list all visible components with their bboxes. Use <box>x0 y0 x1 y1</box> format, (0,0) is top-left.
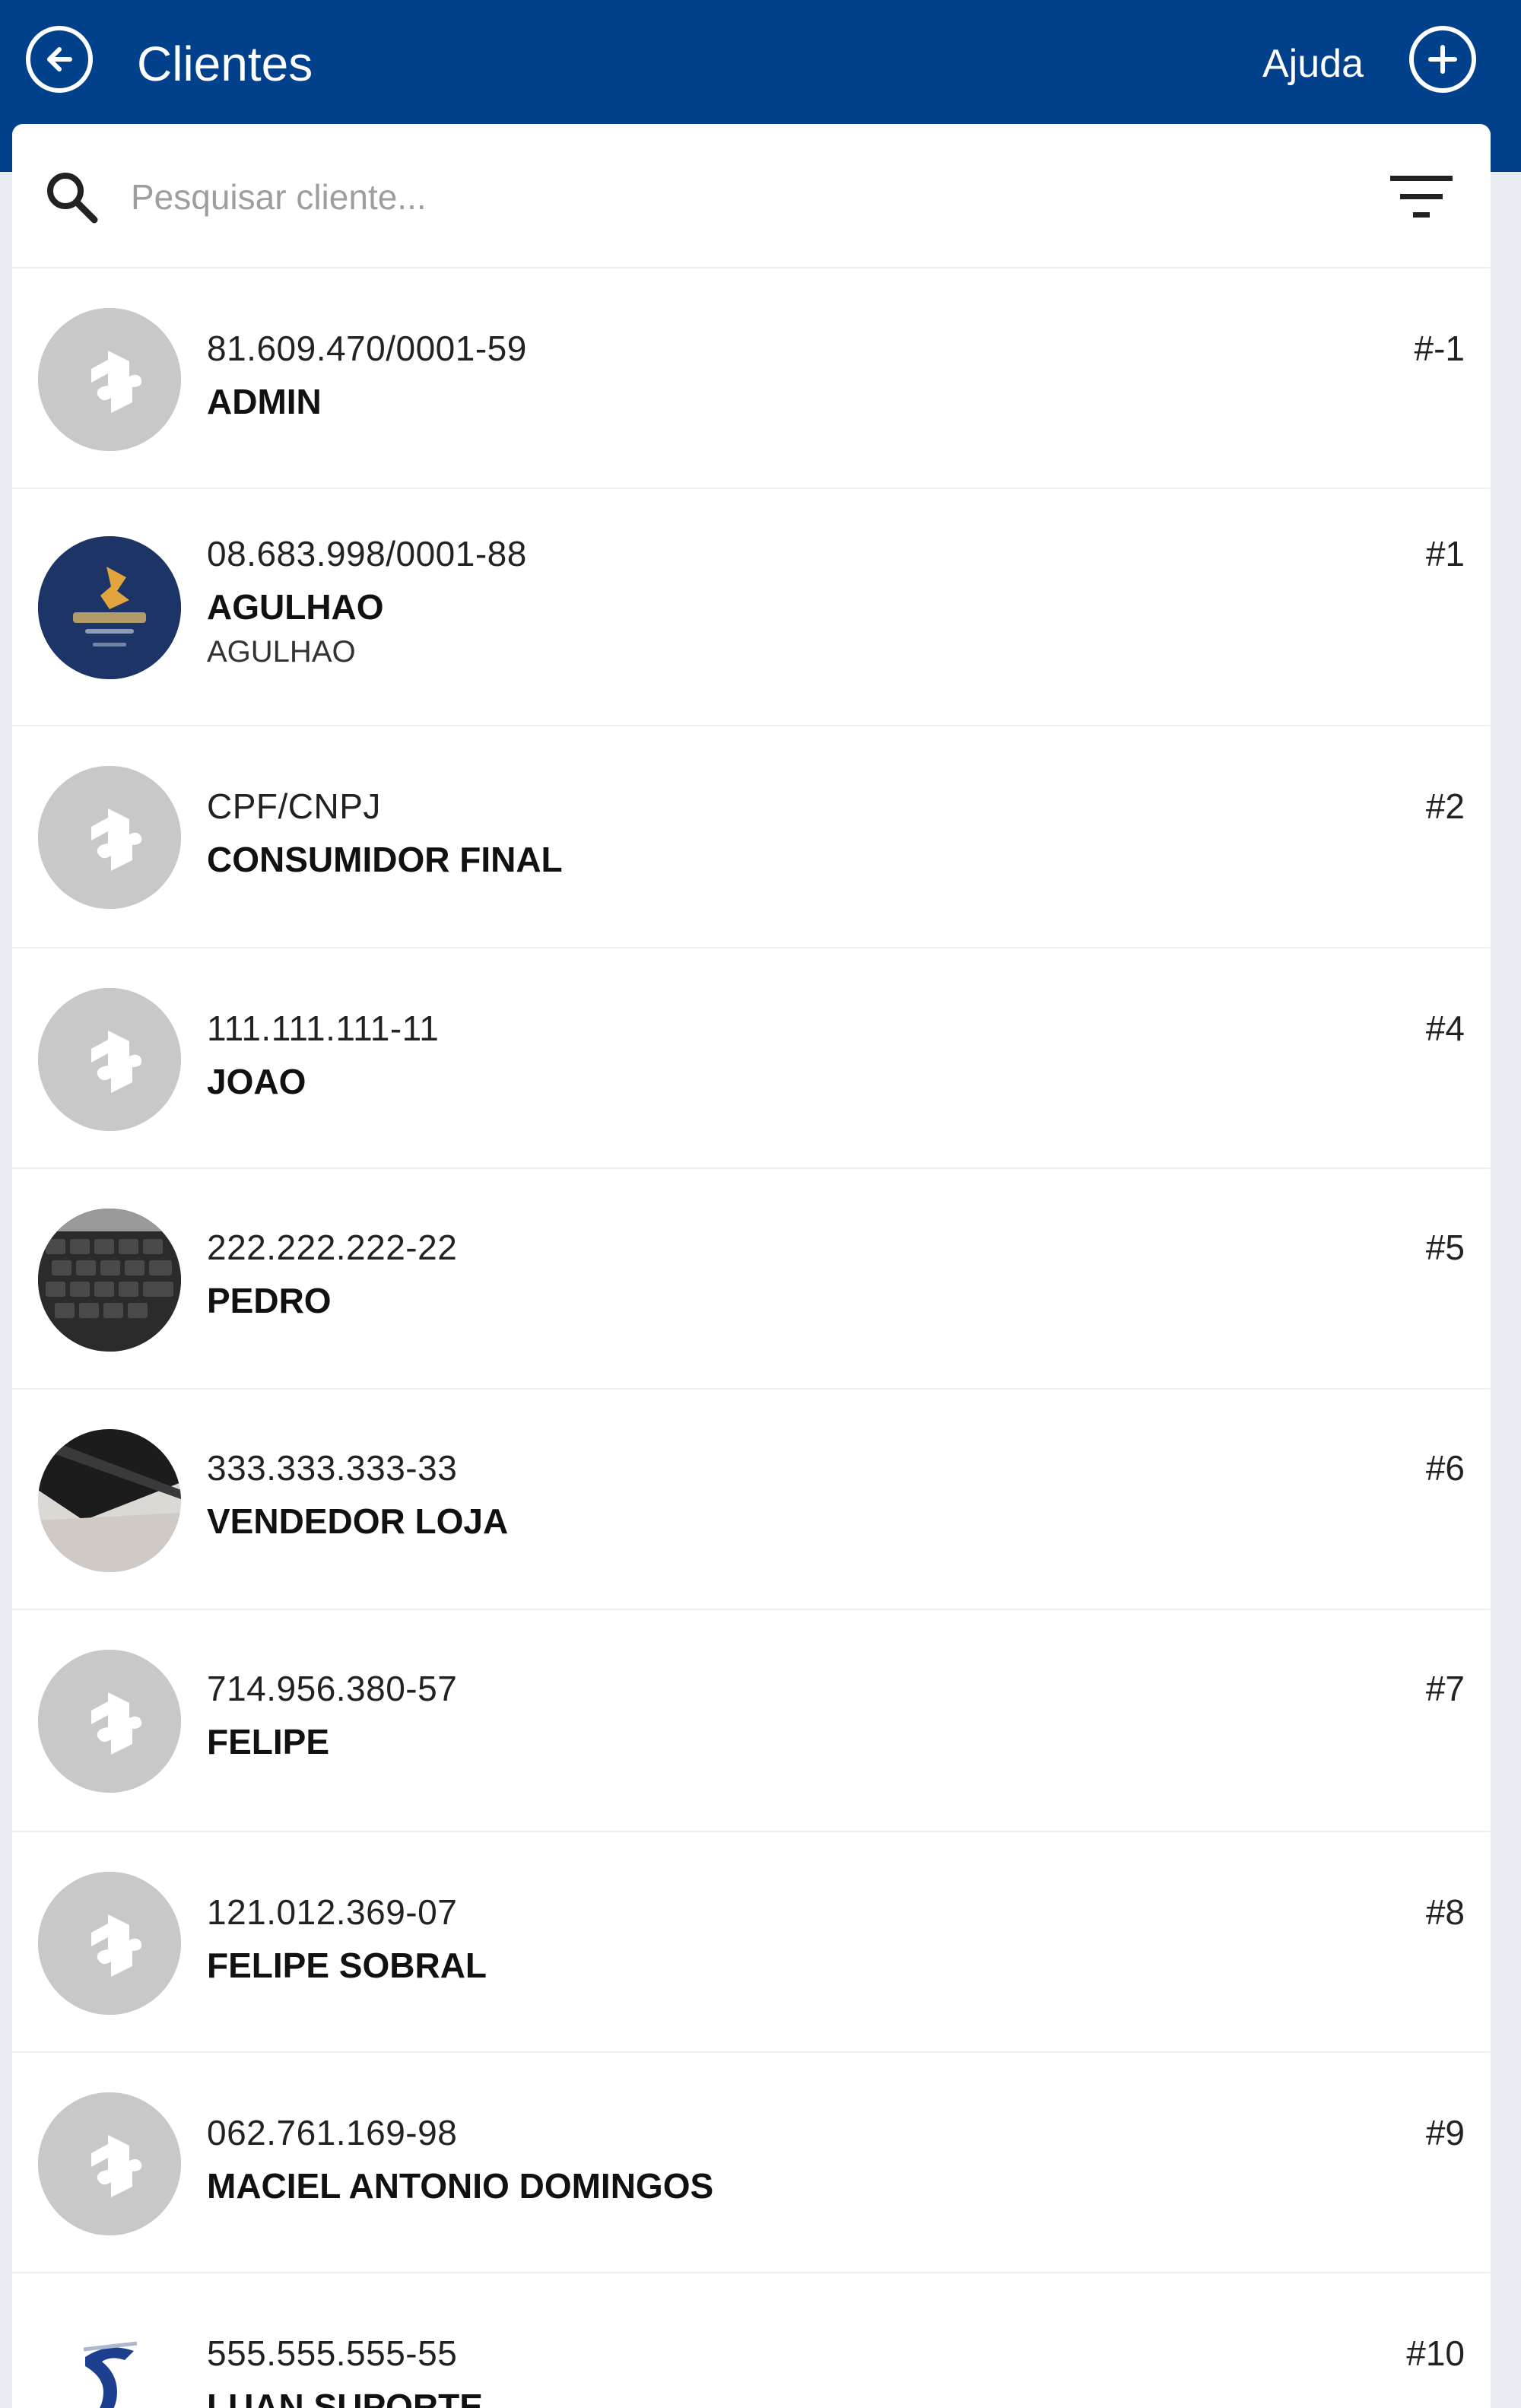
clients-card: 81.609.470/0001-59 ADMIN #-1 08.683.998/… <box>12 124 1491 2408</box>
puzzle-icon <box>38 1872 181 2015</box>
client-row[interactable]: 111.111.111-11 JOAO #4 <box>12 948 1491 1169</box>
page-title: Clientes <box>137 37 313 91</box>
client-document: 121.012.369-07 <box>207 1892 458 1932</box>
client-row[interactable]: 062.761.169-98 MACIEL ANTONIO DOMINGOS #… <box>12 2053 1491 2273</box>
help-link[interactable]: Ajuda <box>1262 33 1364 94</box>
client-trade-name: AGULHAO <box>207 635 356 669</box>
client-document: 08.683.998/0001-88 <box>207 534 527 573</box>
search-input[interactable] <box>129 164 1273 230</box>
client-row[interactable]: 555.555.555-55 LUAN SUPORTE #10 <box>12 2273 1491 2408</box>
client-code: #5 <box>1425 1228 1465 1267</box>
client-avatar <box>38 2092 181 2235</box>
keyboard-photo <box>38 1209 181 1352</box>
puzzle-icon <box>38 308 181 451</box>
client-code: #2 <box>1425 786 1465 826</box>
search-icon[interactable] <box>41 167 102 227</box>
client-document: 222.222.222-22 <box>207 1228 458 1267</box>
company-logo <box>38 2313 181 2408</box>
client-row[interactable]: 81.609.470/0001-59 ADMIN #-1 <box>12 268 1491 489</box>
client-avatar <box>38 1429 181 1572</box>
client-row[interactable]: 222.222.222-22 PEDRO #5 <box>12 1169 1491 1390</box>
client-row[interactable]: CPF/CNPJ CONSUMIDOR FINAL #2 <box>12 726 1491 948</box>
client-document: 062.761.169-98 <box>207 2113 458 2152</box>
client-code: #-1 <box>1414 329 1465 368</box>
client-name: FELIPE SOBRAL <box>207 1946 487 1985</box>
client-code: #10 <box>1406 2333 1465 2373</box>
client-avatar <box>38 1872 181 2015</box>
client-document: CPF/CNPJ <box>207 786 381 826</box>
desk-photo <box>38 1429 181 1572</box>
client-name: CONSUMIDOR FINAL <box>207 840 563 879</box>
client-name: PEDRO <box>207 1281 332 1320</box>
plus-circle-icon <box>1428 45 1457 74</box>
puzzle-icon <box>38 2092 181 2235</box>
client-document: 111.111.111-11 <box>207 1009 440 1048</box>
client-avatar <box>38 1209 181 1352</box>
add-client-button[interactable] <box>1409 26 1476 93</box>
company-logo-photo <box>38 536 181 679</box>
filter-icon[interactable] <box>1387 170 1456 224</box>
client-avatar <box>38 1650 181 1793</box>
client-code: #7 <box>1425 1669 1465 1708</box>
client-avatar <box>38 536 181 679</box>
puzzle-icon <box>38 766 181 909</box>
client-row[interactable]: 08.683.998/0001-88 AGULHAO AGULHAO #1 <box>12 489 1491 726</box>
client-row[interactable]: 121.012.369-07 FELIPE SOBRAL #8 <box>12 1832 1491 2053</box>
client-code: #4 <box>1425 1009 1465 1048</box>
back-button[interactable] <box>26 26 93 93</box>
puzzle-icon <box>38 988 181 1131</box>
arrow-left-circle-icon <box>47 47 72 71</box>
client-avatar <box>38 988 181 1131</box>
client-code: #1 <box>1425 534 1465 573</box>
client-avatar <box>38 2313 181 2408</box>
client-avatar <box>38 766 181 909</box>
client-name: FELIPE <box>207 1722 330 1762</box>
client-avatar <box>38 308 181 451</box>
client-code: #9 <box>1425 2113 1465 2152</box>
client-document: 714.956.380-57 <box>207 1669 458 1708</box>
client-name: JOAO <box>207 1062 306 1101</box>
client-name: VENDEDOR LOJA <box>207 1501 509 1541</box>
client-document: 81.609.470/0001-59 <box>207 329 527 368</box>
puzzle-icon <box>38 1650 181 1793</box>
client-name: AGULHAO <box>207 587 384 627</box>
client-name: LUAN SUPORTE <box>207 2387 483 2408</box>
client-document: 333.333.333-33 <box>207 1448 458 1488</box>
client-code: #6 <box>1425 1448 1465 1488</box>
client-code: #8 <box>1425 1892 1465 1932</box>
client-row[interactable]: 714.956.380-57 FELIPE #7 <box>12 1610 1491 1832</box>
client-list: 81.609.470/0001-59 ADMIN #-1 08.683.998/… <box>12 268 1491 2408</box>
app-bar-edge <box>1491 124 1521 172</box>
client-name: MACIEL ANTONIO DOMINGOS <box>207 2166 714 2206</box>
client-name: ADMIN <box>207 382 322 421</box>
client-document: 555.555.555-55 <box>207 2333 458 2373</box>
search-bar <box>12 124 1491 268</box>
client-row[interactable]: 333.333.333-33 VENDEDOR LOJA #6 <box>12 1390 1491 1610</box>
